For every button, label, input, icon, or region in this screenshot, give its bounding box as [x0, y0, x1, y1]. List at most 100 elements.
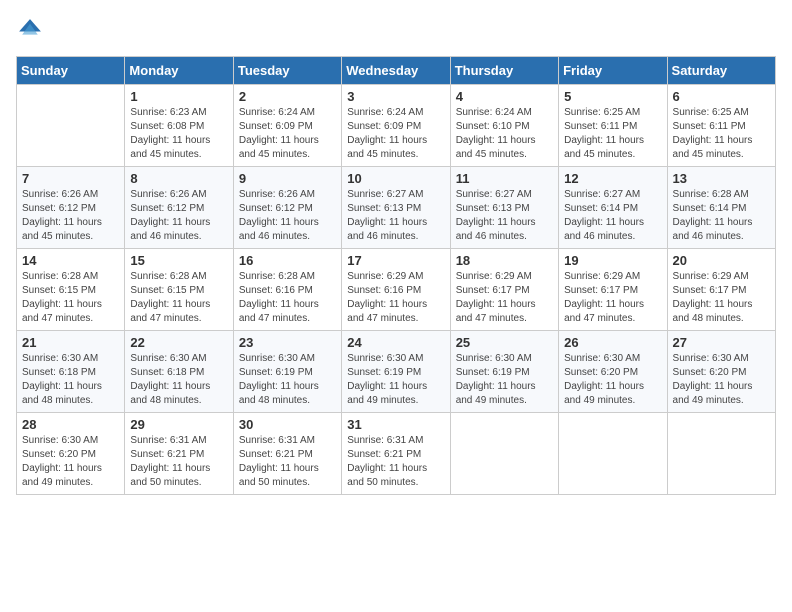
calendar-table: SundayMondayTuesdayWednesdayThursdayFrid…	[16, 56, 776, 495]
sunset: Sunset: 6:15 PM	[22, 284, 119, 298]
sunset: Sunset: 6:20 PM	[673, 366, 770, 380]
sunset: Sunset: 6:17 PM	[456, 284, 553, 298]
sunrise: Sunrise: 6:31 AM	[347, 434, 444, 448]
daylight: Daylight: 11 hours and 46 minutes.	[130, 216, 227, 244]
sunset: Sunset: 6:15 PM	[130, 284, 227, 298]
calendar-cell: 4 Sunrise: 6:24 AM Sunset: 6:10 PM Dayli…	[450, 85, 558, 167]
header-saturday: Saturday	[667, 57, 775, 85]
day-info: Sunrise: 6:31 AM Sunset: 6:21 PM Dayligh…	[347, 434, 444, 490]
day-info: Sunrise: 6:24 AM Sunset: 6:10 PM Dayligh…	[456, 106, 553, 162]
daylight: Daylight: 11 hours and 46 minutes.	[239, 216, 336, 244]
day-info: Sunrise: 6:24 AM Sunset: 6:09 PM Dayligh…	[347, 106, 444, 162]
sunset: Sunset: 6:19 PM	[239, 366, 336, 380]
sunset: Sunset: 6:13 PM	[456, 202, 553, 216]
day-number: 17	[347, 253, 444, 268]
calendar-week-row: 28 Sunrise: 6:30 AM Sunset: 6:20 PM Dayl…	[17, 413, 776, 495]
daylight: Daylight: 11 hours and 49 minutes.	[564, 380, 661, 408]
logo	[16, 16, 48, 44]
calendar-cell	[559, 413, 667, 495]
sunset: Sunset: 6:16 PM	[239, 284, 336, 298]
calendar-cell: 27 Sunrise: 6:30 AM Sunset: 6:20 PM Dayl…	[667, 331, 775, 413]
daylight: Daylight: 11 hours and 47 minutes.	[130, 298, 227, 326]
day-number: 27	[673, 335, 770, 350]
sunset: Sunset: 6:09 PM	[347, 120, 444, 134]
sunset: Sunset: 6:20 PM	[22, 448, 119, 462]
daylight: Daylight: 11 hours and 50 minutes.	[347, 462, 444, 490]
calendar-cell: 14 Sunrise: 6:28 AM Sunset: 6:15 PM Dayl…	[17, 249, 125, 331]
day-info: Sunrise: 6:31 AM Sunset: 6:21 PM Dayligh…	[130, 434, 227, 490]
calendar-cell: 8 Sunrise: 6:26 AM Sunset: 6:12 PM Dayli…	[125, 167, 233, 249]
day-info: Sunrise: 6:27 AM Sunset: 6:13 PM Dayligh…	[347, 188, 444, 244]
day-info: Sunrise: 6:26 AM Sunset: 6:12 PM Dayligh…	[130, 188, 227, 244]
daylight: Daylight: 11 hours and 45 minutes.	[673, 134, 770, 162]
day-info: Sunrise: 6:30 AM Sunset: 6:20 PM Dayligh…	[22, 434, 119, 490]
day-number: 14	[22, 253, 119, 268]
header-tuesday: Tuesday	[233, 57, 341, 85]
daylight: Daylight: 11 hours and 45 minutes.	[347, 134, 444, 162]
calendar-week-row: 21 Sunrise: 6:30 AM Sunset: 6:18 PM Dayl…	[17, 331, 776, 413]
day-info: Sunrise: 6:30 AM Sunset: 6:20 PM Dayligh…	[673, 352, 770, 408]
day-info: Sunrise: 6:30 AM Sunset: 6:20 PM Dayligh…	[564, 352, 661, 408]
sunrise: Sunrise: 6:30 AM	[673, 352, 770, 366]
sunset: Sunset: 6:17 PM	[673, 284, 770, 298]
calendar-cell: 10 Sunrise: 6:27 AM Sunset: 6:13 PM Dayl…	[342, 167, 450, 249]
calendar-cell: 13 Sunrise: 6:28 AM Sunset: 6:14 PM Dayl…	[667, 167, 775, 249]
sunrise: Sunrise: 6:30 AM	[239, 352, 336, 366]
day-info: Sunrise: 6:30 AM Sunset: 6:19 PM Dayligh…	[456, 352, 553, 408]
day-number: 23	[239, 335, 336, 350]
day-number: 11	[456, 171, 553, 186]
sunset: Sunset: 6:21 PM	[347, 448, 444, 462]
sunrise: Sunrise: 6:31 AM	[130, 434, 227, 448]
day-number: 25	[456, 335, 553, 350]
calendar-week-row: 7 Sunrise: 6:26 AM Sunset: 6:12 PM Dayli…	[17, 167, 776, 249]
sunrise: Sunrise: 6:30 AM	[130, 352, 227, 366]
calendar-cell: 22 Sunrise: 6:30 AM Sunset: 6:18 PM Dayl…	[125, 331, 233, 413]
calendar-cell: 5 Sunrise: 6:25 AM Sunset: 6:11 PM Dayli…	[559, 85, 667, 167]
calendar-cell: 12 Sunrise: 6:27 AM Sunset: 6:14 PM Dayl…	[559, 167, 667, 249]
sunrise: Sunrise: 6:26 AM	[239, 188, 336, 202]
day-info: Sunrise: 6:29 AM Sunset: 6:17 PM Dayligh…	[564, 270, 661, 326]
daylight: Daylight: 11 hours and 45 minutes.	[456, 134, 553, 162]
daylight: Daylight: 11 hours and 47 minutes.	[22, 298, 119, 326]
sunset: Sunset: 6:13 PM	[347, 202, 444, 216]
calendar-cell: 24 Sunrise: 6:30 AM Sunset: 6:19 PM Dayl…	[342, 331, 450, 413]
day-number: 6	[673, 89, 770, 104]
daylight: Daylight: 11 hours and 45 minutes.	[564, 134, 661, 162]
day-info: Sunrise: 6:25 AM Sunset: 6:11 PM Dayligh…	[564, 106, 661, 162]
calendar-cell	[450, 413, 558, 495]
daylight: Daylight: 11 hours and 49 minutes.	[347, 380, 444, 408]
sunset: Sunset: 6:11 PM	[673, 120, 770, 134]
sunset: Sunset: 6:12 PM	[130, 202, 227, 216]
calendar-cell: 25 Sunrise: 6:30 AM Sunset: 6:19 PM Dayl…	[450, 331, 558, 413]
sunrise: Sunrise: 6:28 AM	[130, 270, 227, 284]
sunset: Sunset: 6:16 PM	[347, 284, 444, 298]
day-info: Sunrise: 6:30 AM Sunset: 6:18 PM Dayligh…	[22, 352, 119, 408]
calendar-cell: 30 Sunrise: 6:31 AM Sunset: 6:21 PM Dayl…	[233, 413, 341, 495]
sunset: Sunset: 6:18 PM	[130, 366, 227, 380]
day-number: 21	[22, 335, 119, 350]
sunrise: Sunrise: 6:28 AM	[22, 270, 119, 284]
daylight: Daylight: 11 hours and 48 minutes.	[22, 380, 119, 408]
day-number: 5	[564, 89, 661, 104]
day-info: Sunrise: 6:23 AM Sunset: 6:08 PM Dayligh…	[130, 106, 227, 162]
day-number: 8	[130, 171, 227, 186]
header-friday: Friday	[559, 57, 667, 85]
sunrise: Sunrise: 6:27 AM	[564, 188, 661, 202]
day-number: 7	[22, 171, 119, 186]
sunrise: Sunrise: 6:28 AM	[239, 270, 336, 284]
calendar-cell: 6 Sunrise: 6:25 AM Sunset: 6:11 PM Dayli…	[667, 85, 775, 167]
day-number: 10	[347, 171, 444, 186]
sunset: Sunset: 6:12 PM	[22, 202, 119, 216]
calendar-cell: 3 Sunrise: 6:24 AM Sunset: 6:09 PM Dayli…	[342, 85, 450, 167]
day-number: 16	[239, 253, 336, 268]
calendar-cell: 28 Sunrise: 6:30 AM Sunset: 6:20 PM Dayl…	[17, 413, 125, 495]
calendar-cell: 16 Sunrise: 6:28 AM Sunset: 6:16 PM Dayl…	[233, 249, 341, 331]
sunset: Sunset: 6:14 PM	[673, 202, 770, 216]
daylight: Daylight: 11 hours and 46 minutes.	[347, 216, 444, 244]
daylight: Daylight: 11 hours and 45 minutes.	[239, 134, 336, 162]
sunrise: Sunrise: 6:27 AM	[456, 188, 553, 202]
sunset: Sunset: 6:21 PM	[239, 448, 336, 462]
sunrise: Sunrise: 6:29 AM	[673, 270, 770, 284]
day-info: Sunrise: 6:27 AM Sunset: 6:13 PM Dayligh…	[456, 188, 553, 244]
daylight: Daylight: 11 hours and 47 minutes.	[347, 298, 444, 326]
